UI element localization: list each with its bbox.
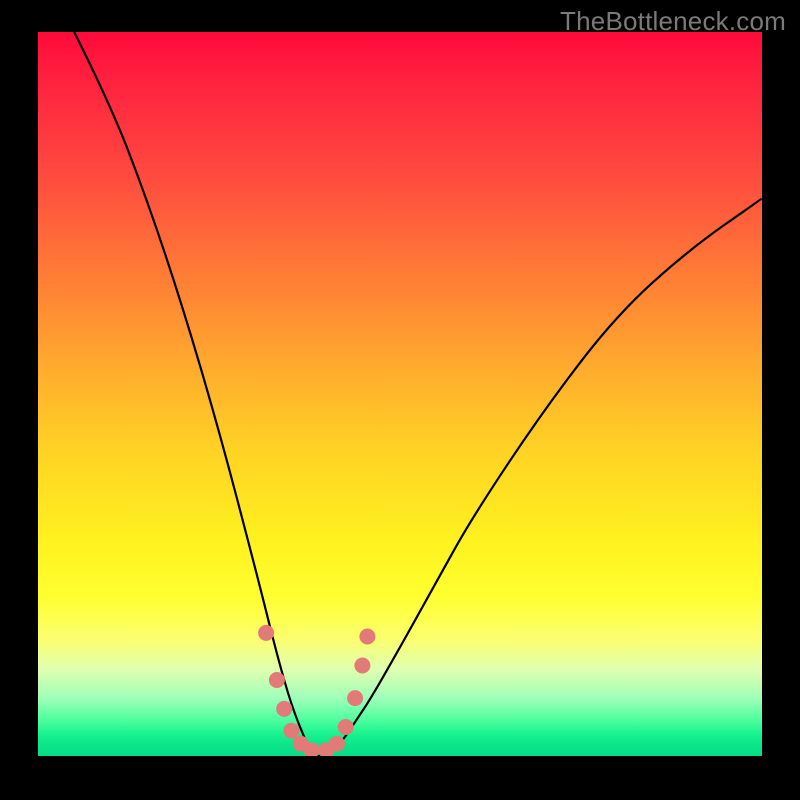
- marker-dot: [359, 629, 375, 645]
- watermark-text: TheBottleneck.com: [560, 6, 786, 37]
- chart-frame: TheBottleneck.com: [0, 0, 800, 800]
- marker-dot: [276, 701, 292, 717]
- marker-dot: [354, 658, 370, 674]
- marker-dot: [329, 736, 345, 752]
- marker-dot: [347, 690, 363, 706]
- marker-dot: [258, 625, 274, 641]
- curve-group: [74, 32, 762, 756]
- marker-dot: [283, 723, 299, 739]
- bottleneck-curve: [74, 32, 762, 756]
- plot-area: [38, 32, 762, 756]
- chart-svg: [38, 32, 762, 756]
- marker-dot: [269, 672, 285, 688]
- marker-dot: [338, 719, 354, 735]
